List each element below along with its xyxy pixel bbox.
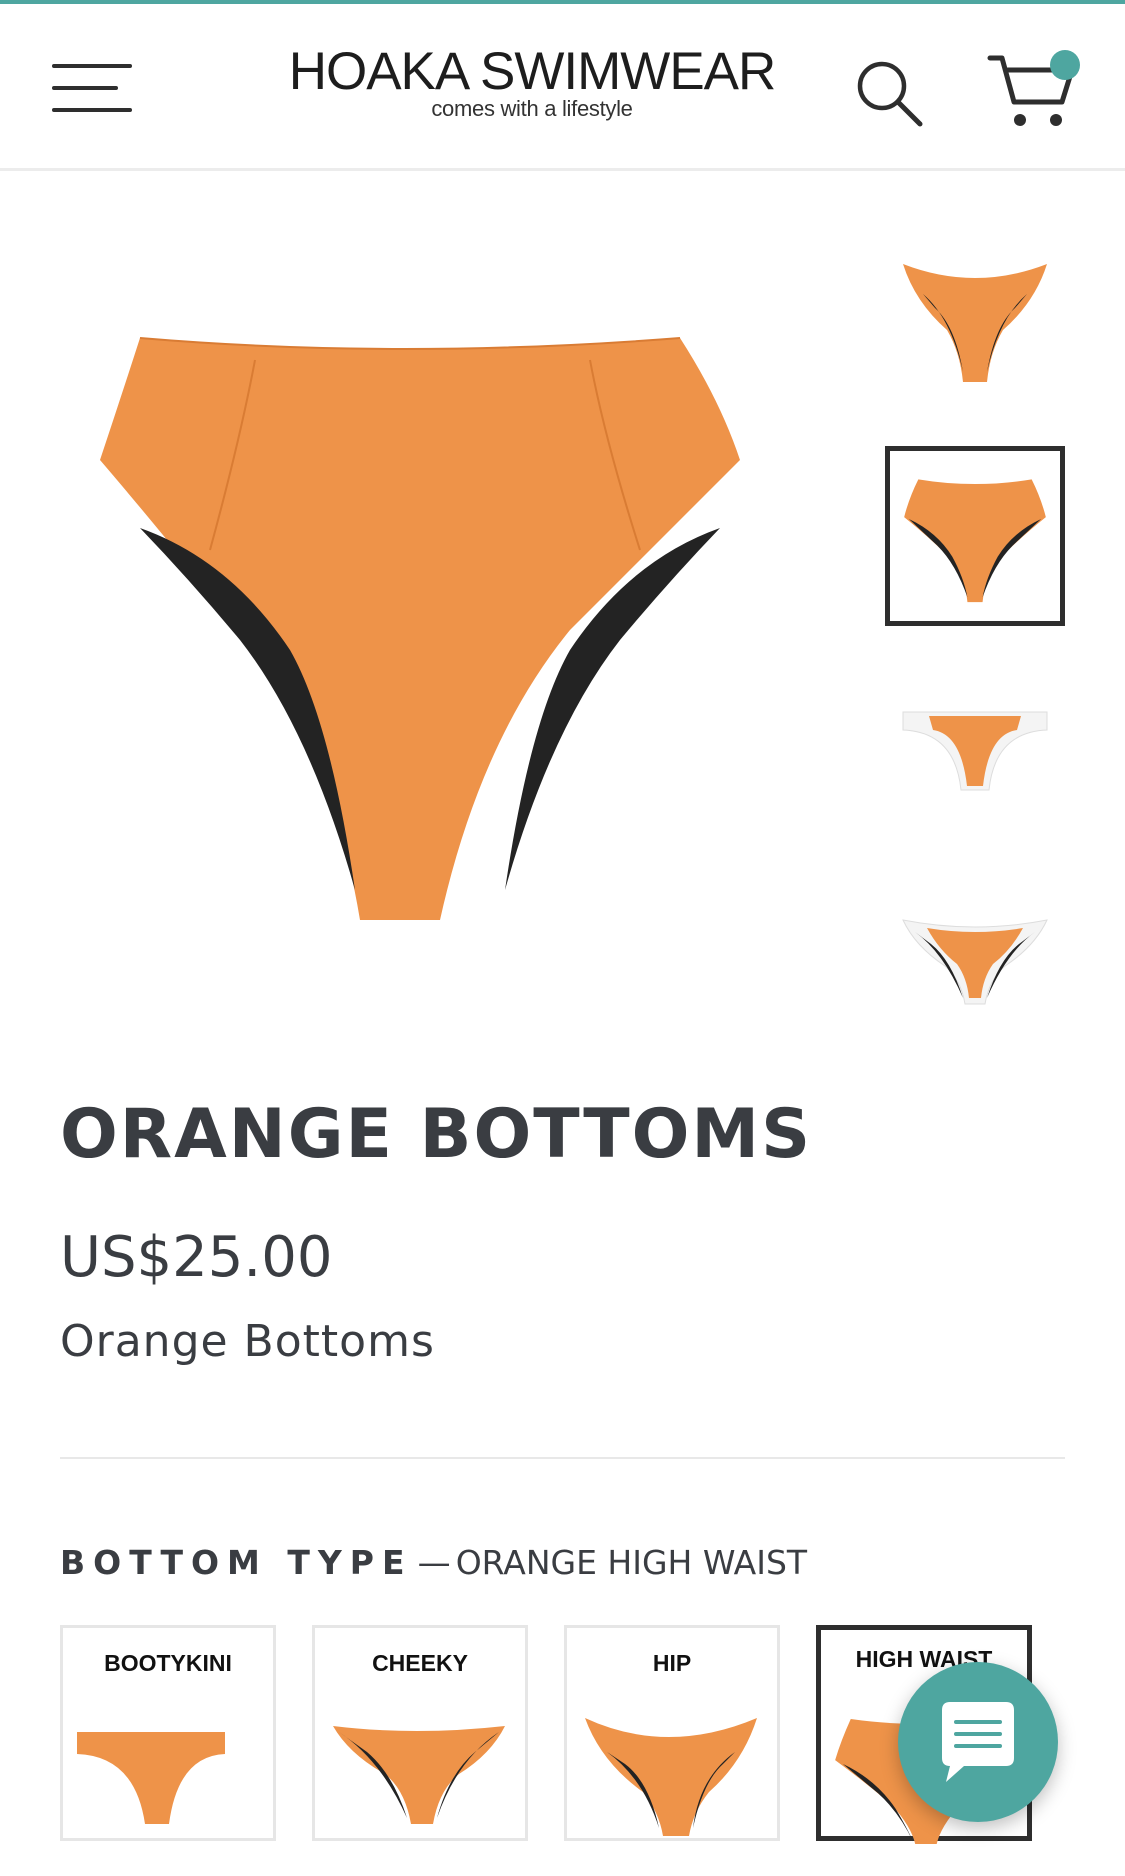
product-main-image[interactable]: [80, 300, 830, 990]
option-label: BOTTOM TYPE — ORANGE HIGH WAIST: [60, 1543, 807, 1582]
product-title: ORANGE BOTTOMS: [60, 1095, 813, 1174]
option-separator: —: [417, 1543, 451, 1582]
swatch-label: BOOTYKINI: [104, 1650, 232, 1676]
product-price: US$25.00: [60, 1225, 333, 1290]
swatch-label: HIP: [652, 1650, 692, 1676]
swatch-bootykini[interactable]: BOOTYKINI: [60, 1625, 276, 1841]
section-divider: [60, 1457, 1065, 1459]
brand-title: HOAKA SWIMWEAR: [288, 42, 777, 101]
option-selected-value: ORANGE HIGH WAIST: [455, 1543, 808, 1582]
site-header: HOAKA SWIMWEAR comes with a lifestyle: [0, 4, 1125, 171]
product-subtitle: Orange Bottoms: [60, 1316, 435, 1367]
thumbnail-orange-cheeky[interactable]: [885, 880, 1065, 1060]
chat-bubble-icon[interactable]: [898, 1662, 1058, 1822]
thumbnail-orange-hip[interactable]: [885, 222, 1065, 402]
shopping-cart-icon[interactable]: [986, 48, 1082, 132]
swatch-label: CHEEKY: [372, 1650, 468, 1676]
swatch-hip[interactable]: HIP: [564, 1625, 780, 1841]
search-icon[interactable]: [852, 56, 924, 128]
hamburger-menu-icon[interactable]: [52, 62, 134, 118]
cart-notification-dot: [1050, 50, 1080, 80]
thumbnail-orange-bootykini[interactable]: [885, 660, 1065, 840]
option-name: BOTTOM TYPE: [60, 1543, 413, 1582]
swatch-cheeky[interactable]: CHEEKY: [312, 1625, 528, 1841]
brand-logo[interactable]: HOAKA SWIMWEAR comes with a lifestyle: [262, 42, 802, 122]
thumbnail-orange-high-waist[interactable]: [885, 446, 1065, 626]
